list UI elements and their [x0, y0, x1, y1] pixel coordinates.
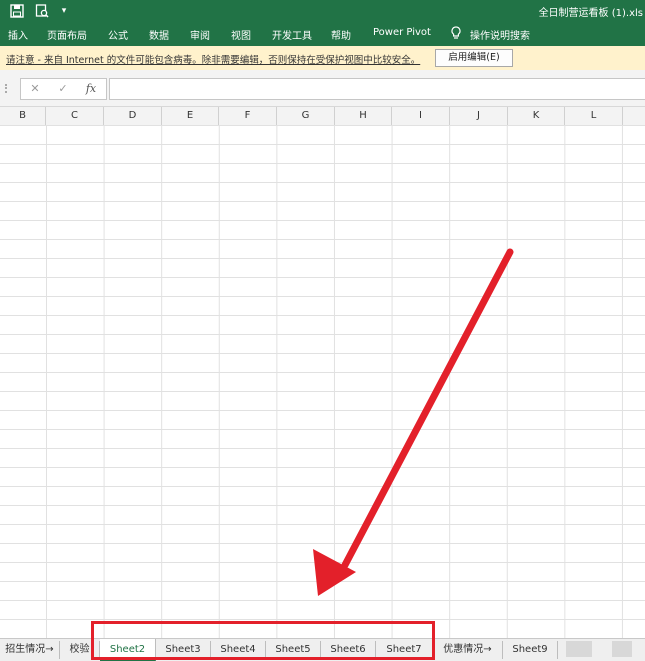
annotation-arrow-shaft — [341, 248, 514, 569]
annotation-arrow — [313, 248, 514, 596]
